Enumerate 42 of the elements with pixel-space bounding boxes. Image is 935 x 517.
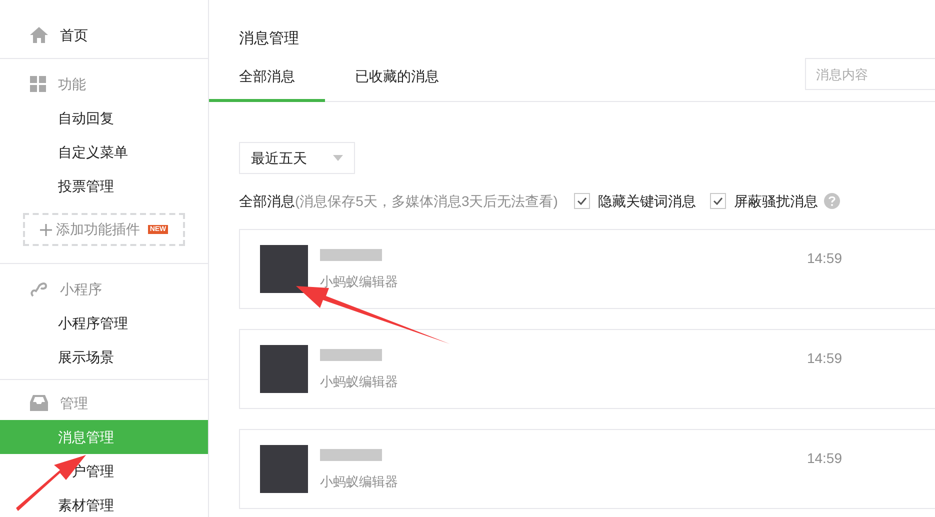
- plus-icon: [40, 224, 52, 236]
- photo-placeholder: [260, 245, 308, 293]
- caret-icon: [333, 155, 343, 161]
- check-icon: [576, 197, 587, 205]
- sidebar-item[interactable]: 素材管理: [0, 488, 208, 517]
- blurred-name: [320, 449, 382, 461]
- sidebar-heading: 功能: [58, 74, 86, 94]
- info-note: (消息保存5天，多媒体消息3天后无法查看): [295, 192, 558, 211]
- search-field[interactable]: 消息内容: [805, 58, 935, 90]
- checkbox[interactable]: [574, 193, 590, 209]
- link-icon: [30, 280, 48, 298]
- inbox-icon: [30, 395, 48, 411]
- photo-placeholder: [260, 445, 308, 493]
- sidebar-item[interactable]: 自定义菜单: [0, 135, 208, 169]
- message-text: 小蚂蚁编辑器: [320, 373, 398, 391]
- info-label: 全部消息: [239, 192, 295, 210]
- tab[interactable]: 全部消息: [209, 66, 325, 102]
- date-dropdown[interactable]: 最近五天: [239, 142, 355, 174]
- message-text: 小蚂蚁编辑器: [320, 273, 398, 291]
- sidebar-heading[interactable]: 首页: [60, 24, 88, 46]
- checkbox-label: 隐藏关键词消息: [598, 192, 696, 210]
- sidebar-item[interactable]: 自动回复: [0, 101, 208, 135]
- message-time: 14:59: [806, 449, 842, 468]
- sidebar-item[interactable]: 小程序管理: [0, 306, 208, 340]
- sidebar-item[interactable]: 投票管理: [0, 169, 208, 203]
- sidebar-item[interactable]: 户管理: [0, 454, 208, 488]
- home-icon: [30, 27, 48, 43]
- sidebar-heading: 管理: [60, 394, 88, 412]
- check-icon: [712, 197, 723, 205]
- photo-placeholder: [260, 345, 308, 393]
- message-time: 14:59: [806, 249, 842, 268]
- message-text: 小蚂蚁编辑器: [320, 473, 398, 491]
- checkbox[interactable]: [710, 193, 726, 209]
- sidebar-item[interactable]: 展示场景: [0, 340, 208, 374]
- blurred-name: [320, 349, 382, 361]
- page-title: 消息管理: [239, 30, 299, 47]
- sidebar-heading: 小程序: [60, 280, 102, 298]
- message-time: 14:59: [806, 349, 842, 368]
- tab[interactable]: 已收藏的消息: [325, 66, 469, 102]
- grid-icon: [30, 76, 46, 92]
- blurred-name: [320, 249, 382, 261]
- checkbox-label: 屏蔽骚扰消息: [734, 192, 818, 210]
